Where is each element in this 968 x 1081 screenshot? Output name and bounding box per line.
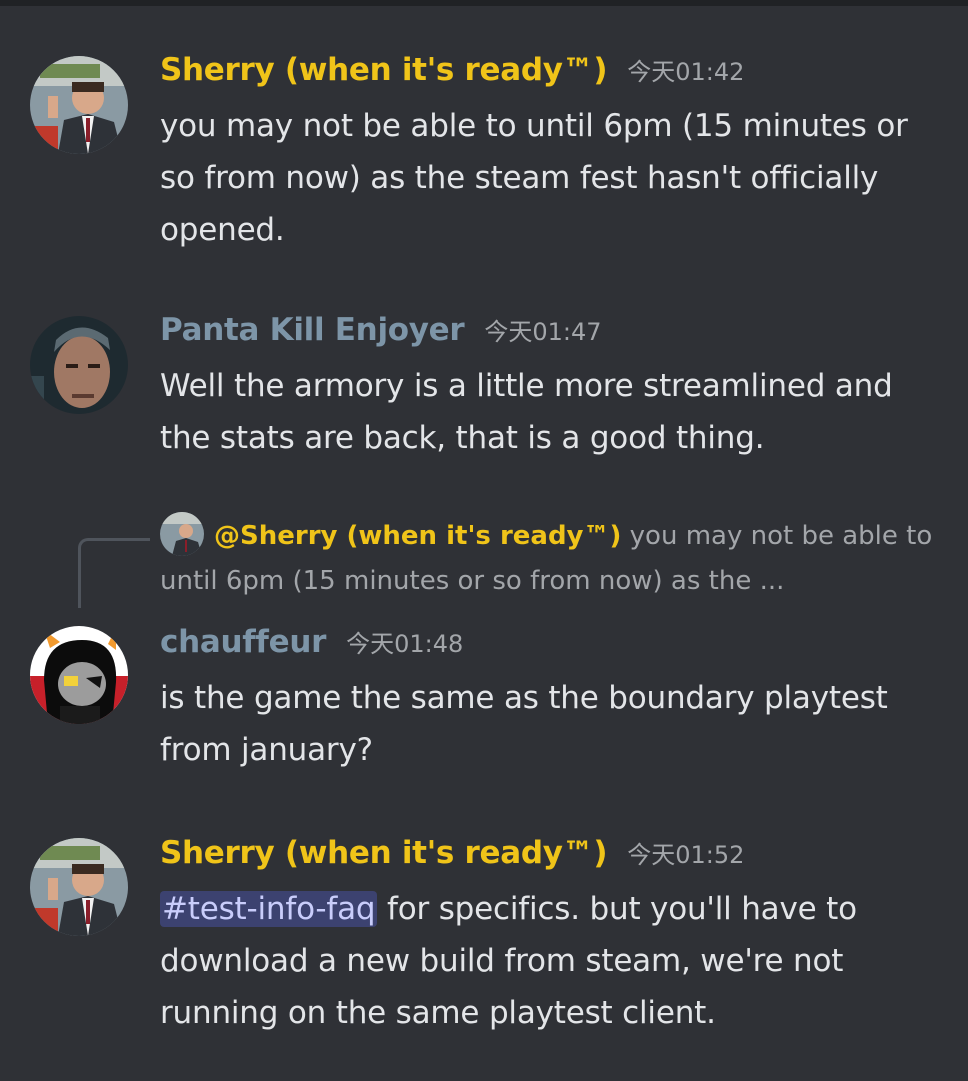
reply-mention[interactable]: @Sherry (when it's ready™) <box>214 521 621 551</box>
reply-avatar <box>160 511 204 556</box>
channel-mention[interactable]: #test-info-faq <box>160 891 378 927</box>
reply-preview[interactable]: @Sherry (when it's ready™) you may not b… <box>160 511 950 603</box>
message-content: you may not be able to until 6pm (15 min… <box>160 108 908 248</box>
chauffeur-avatar[interactable] <box>30 626 128 724</box>
username[interactable]: Sherry (when it's ready™) <box>160 835 608 871</box>
timestamp: 今天01:52 <box>627 841 745 869</box>
timestamp: 今天01:42 <box>627 58 745 86</box>
sherry-avatar[interactable] <box>30 56 128 154</box>
message-content: #test-info-faq for specifics. but you'll… <box>160 883 950 1039</box>
timestamp: 今天01:47 <box>484 318 602 346</box>
panta-avatar[interactable] <box>30 316 128 414</box>
reply-spine <box>78 538 150 608</box>
message-content: is the game the same as the boundary pla… <box>160 680 888 768</box>
message-content: Well the armory is a little more streaml… <box>160 368 893 456</box>
username[interactable]: chauffeur <box>160 624 326 660</box>
username[interactable]: Sherry (when it's ready™) <box>160 52 608 88</box>
timestamp: 今天01:48 <box>346 630 464 658</box>
top-divider <box>0 0 968 6</box>
sherry-avatar[interactable] <box>30 838 128 936</box>
username[interactable]: Panta Kill Enjoyer <box>160 312 465 348</box>
